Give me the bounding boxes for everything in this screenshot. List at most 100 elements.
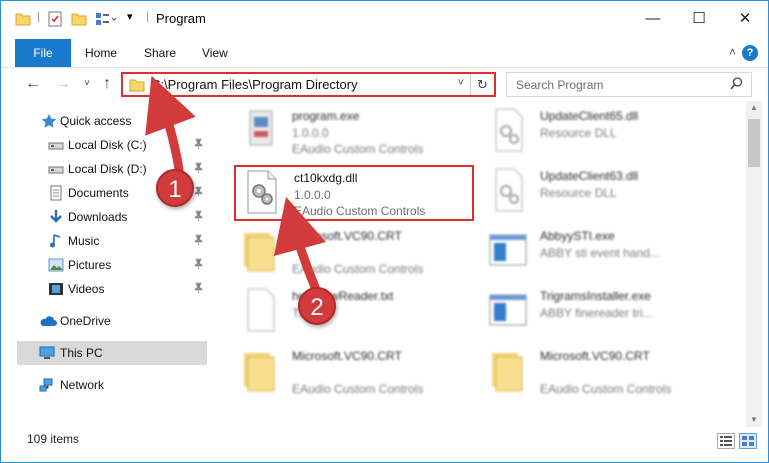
forward-button[interactable]: → [53, 73, 73, 95]
dll-icon [488, 107, 530, 155]
tab-view[interactable]: View [202, 39, 228, 67]
file-name: Microsoft.VC90.CRT [292, 229, 402, 243]
navigation-bar: ← → ˅ ↑ C:\Program Files\Program Directo… [1, 69, 768, 99]
maximize-button[interactable]: ☐ [676, 1, 722, 35]
pin-icon[interactable] [194, 258, 203, 272]
scroll-down-icon[interactable]: ▼ [746, 413, 762, 427]
sidebar-item-videos[interactable]: Videos [1, 277, 209, 301]
folder-icon[interactable] [15, 11, 31, 27]
sidebar-item-label: Network [60, 378, 105, 392]
window-title: Program [156, 11, 206, 26]
sidebar-item-label: Local Disk (C:) [68, 138, 147, 152]
sidebar-item-label: Documents [68, 186, 129, 200]
address-path[interactable]: C:\Program Files\Program Directory [151, 77, 358, 92]
file-description: EAudio Custom Controls [292, 142, 424, 156]
file-item[interactable]: program.exe 1.0.0.0 EAudio Custom Controls [234, 105, 474, 161]
customize-qa-icon[interactable]: ▾ [127, 10, 133, 26]
pin-icon[interactable] [194, 162, 203, 176]
sidebar-item-onedrive[interactable]: OneDrive [1, 309, 209, 333]
status-bar: 109 items [1, 429, 768, 462]
sidebar-item-label: Videos [68, 282, 105, 296]
explorer-window: | ▾ | Program — ☐ ✕ File Home Share View… [0, 0, 769, 463]
file-description: EAudio Custom Controls [540, 382, 672, 396]
sidebar-item-label: This PC [60, 346, 103, 360]
file-detail: 1.0.0.0 [294, 188, 331, 202]
sidebar-item-label: Quick access [60, 114, 132, 128]
large-icons-view-icon[interactable] [739, 433, 757, 449]
address-dropdown-icon[interactable]: ˅ [458, 77, 464, 89]
file-detail: 1.0.0.0 [292, 126, 329, 140]
text-icon [240, 287, 282, 335]
folder-icon [488, 347, 530, 395]
navigation-pane: Quick access Local Disk (C:) Local Disk (D… [1, 101, 211, 421]
close-button[interactable]: ✕ [722, 1, 768, 35]
file-list: program.exe 1.0.0.0 EAudio Custom Controls… [214, 101, 744, 421]
file-item-highlighted[interactable]: ct10kxdg.dll 1.0.0.0 EAudio Custom Control… [234, 165, 474, 221]
file-description: EAudio Custom Controls [292, 262, 424, 276]
pictures-icon [48, 257, 64, 273]
ribbon-tabs: File Home Share View ˄ ? [1, 39, 768, 68]
drive-icon [48, 137, 64, 153]
file-name: AbbyySTI.exe [540, 229, 615, 243]
tab-file[interactable]: File [15, 39, 71, 67]
tab-home[interactable]: Home [85, 39, 117, 67]
sidebar-item-label: OneDrive [60, 314, 111, 328]
videos-icon [48, 281, 64, 297]
file-item[interactable]: AbbyySTI.exe ABBY sti event hand... [482, 225, 722, 281]
search-box[interactable]: Search Program [506, 72, 752, 97]
view-options-icon[interactable] [95, 11, 117, 27]
file-item[interactable]: helpviewReader.txtTXT [234, 285, 474, 341]
minimize-button[interactable]: — [630, 1, 676, 35]
file-name: UpdateClient63.dll [540, 169, 639, 183]
file-item[interactable]: TrigramsInstaller.exe ABBY finereader tri… [482, 285, 722, 341]
file-item[interactable]: UpdateClient65.dll Resource DLL [482, 105, 722, 161]
separator: | [37, 9, 41, 23]
recent-locations-button[interactable]: ˅ [77, 73, 97, 95]
sidebar-item-music[interactable]: Music [1, 229, 209, 253]
sidebar-item-local-disk-c[interactable]: Local Disk (C:) [1, 133, 209, 157]
sidebar-item-quick-access[interactable]: Quick access [1, 109, 209, 133]
file-name: Microsoft.VC90.CRT [540, 349, 650, 363]
properties-icon[interactable] [47, 11, 63, 27]
drive-icon [48, 161, 64, 177]
file-item[interactable]: Microsoft.VC90.CRT EAudio Custom Controls [234, 345, 474, 401]
computer-icon [39, 345, 55, 361]
file-description: EAudio Custom Controls [294, 204, 426, 218]
file-name: UpdateClient65.dll [540, 109, 639, 123]
pin-icon[interactable] [194, 138, 203, 152]
search-placeholder: Search Program [516, 78, 604, 92]
refresh-button[interactable]: ↻ [470, 74, 494, 95]
file-item[interactable]: Microsoft.VC90.CRT EAudio Custom Controls [234, 225, 474, 281]
sidebar-item-label: Pictures [68, 258, 112, 272]
up-button[interactable]: ↑ [97, 73, 117, 95]
step-1-badge: 1 [156, 169, 194, 207]
address-bar[interactable]: C:\Program Files\Program Directory ˅ ↻ [121, 72, 496, 97]
file-name: Microsoft.VC90.CRT [292, 349, 402, 363]
file-description: EAudio Custom Controls [292, 382, 424, 396]
details-view-icon[interactable] [717, 433, 735, 449]
sidebar-item-pictures[interactable]: Pictures [1, 253, 209, 277]
documents-icon [48, 185, 64, 201]
title-bar: | ▾ | Program — ☐ ✕ [1, 1, 768, 35]
folder-icon [240, 227, 282, 275]
sidebar-item-network[interactable]: Network [1, 373, 209, 397]
tab-share[interactable]: Share [144, 39, 176, 67]
pin-icon[interactable] [194, 282, 203, 296]
file-name: program.exe [292, 109, 360, 123]
back-button[interactable]: ← [23, 73, 43, 95]
scroll-up-icon[interactable]: ▲ [746, 101, 762, 115]
pin-icon[interactable] [194, 210, 203, 224]
scroll-thumb[interactable] [748, 119, 760, 167]
help-icon[interactable]: ? [742, 45, 758, 61]
sidebar-item-downloads[interactable]: Downloads [1, 205, 209, 229]
item-count: 109 items [27, 432, 80, 446]
sidebar-item-this-pc[interactable]: This PC [17, 341, 207, 365]
collapse-ribbon-icon[interactable]: ˄ [729, 45, 736, 59]
file-item[interactable]: Microsoft.VC90.CRT EAudio Custom Controls [482, 345, 722, 401]
new-folder-icon[interactable] [71, 11, 87, 27]
pin-icon[interactable] [194, 234, 203, 248]
file-item[interactable]: UpdateClient63.dll Resource DLL [482, 165, 722, 221]
pin-icon[interactable] [194, 186, 203, 200]
vertical-scrollbar[interactable]: ▲ ▼ [746, 101, 762, 427]
step-2-badge: 2 [298, 287, 336, 325]
